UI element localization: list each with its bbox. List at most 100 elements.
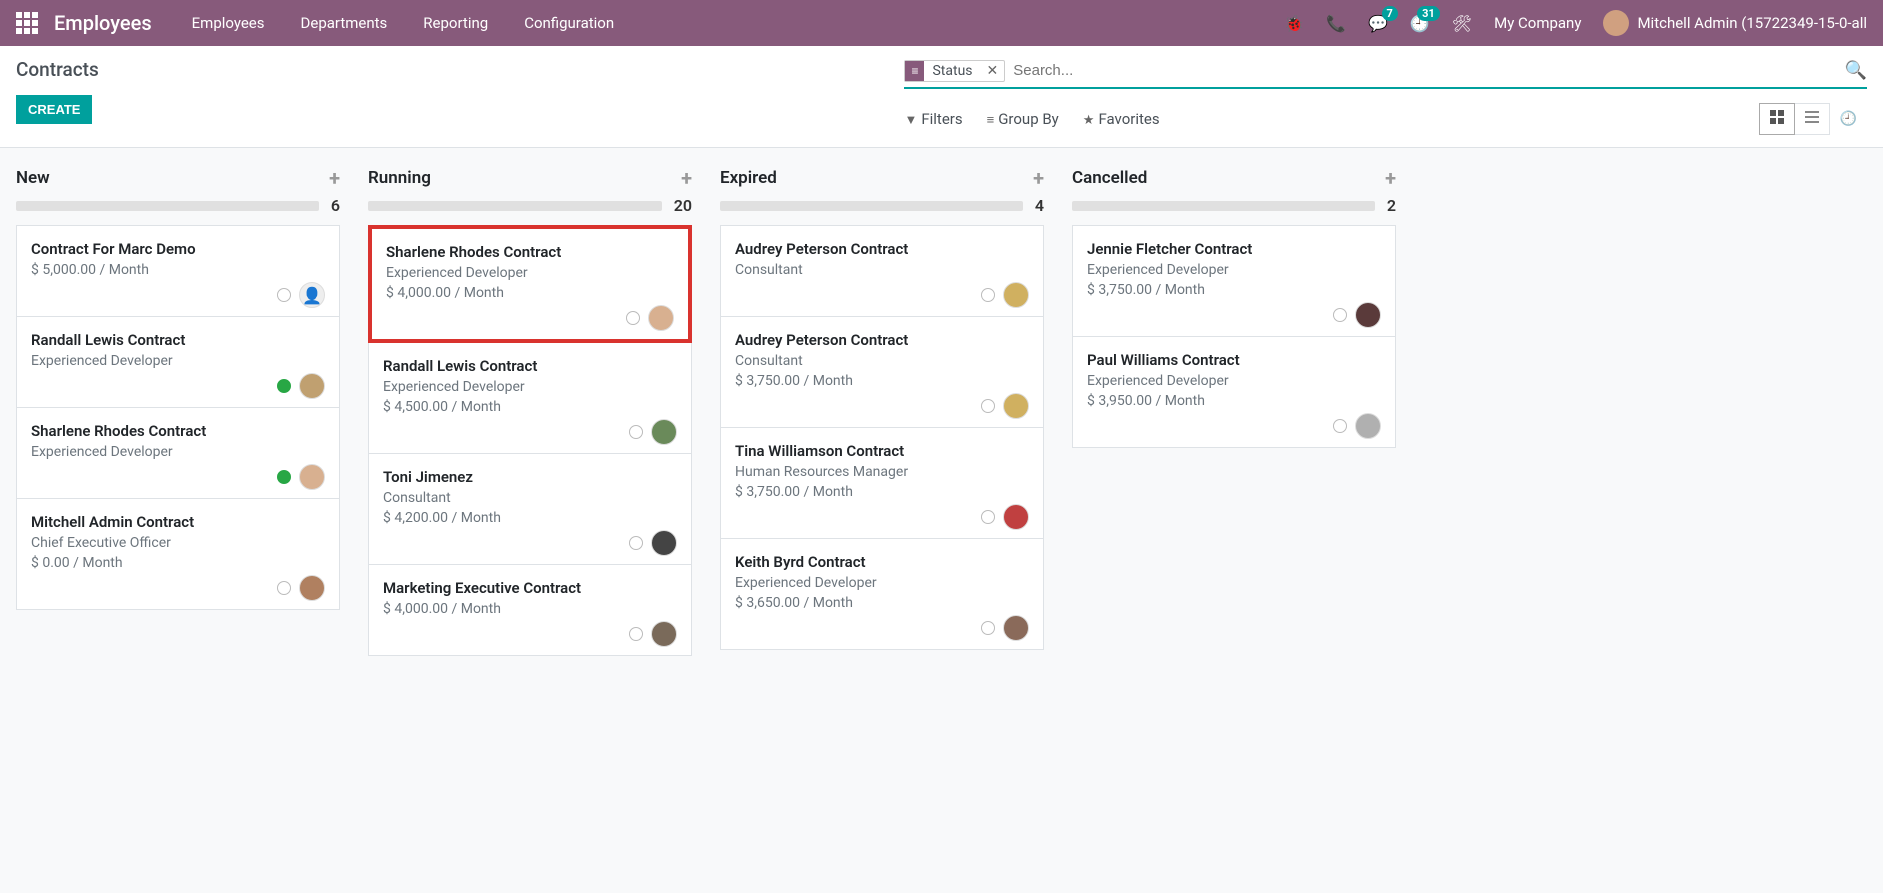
kanban-card[interactable]: Contract For Marc Demo$ 5,000.00 / Month… <box>16 225 340 317</box>
company-selector[interactable]: My Company <box>1494 14 1581 32</box>
list-view-button[interactable] <box>1795 103 1830 135</box>
kanban-card[interactable]: Marketing Executive Contract$ 4,000.00 /… <box>368 564 692 656</box>
card-wage: $ 4,000.00 / Month <box>383 601 677 617</box>
kanban-card[interactable]: Audrey Peterson ContractConsultant <box>720 225 1044 317</box>
kanban-view-button[interactable] <box>1759 103 1795 135</box>
chat-icon[interactable]: 💬7 <box>1368 14 1388 33</box>
control-right: ≡ Status ✕ 🔍 ▼ Filters ≡Group By ★Favorit… <box>904 58 1867 147</box>
status-dot-icon[interactable] <box>277 581 291 595</box>
column-summary: 6 <box>8 196 348 225</box>
column-title: Running <box>368 168 681 188</box>
app-title[interactable]: Employees <box>54 11 152 35</box>
nav-reporting[interactable]: Reporting <box>423 14 488 32</box>
card-footer <box>31 464 325 490</box>
kanban-card[interactable]: Tina Williamson ContractHuman Resources … <box>720 427 1044 539</box>
activity-icon[interactable]: 🕘31 <box>1410 14 1430 33</box>
status-dot-icon[interactable] <box>981 399 995 413</box>
nav-employees[interactable]: Employees <box>192 14 265 32</box>
top-nav: Employees Employees Departments Reportin… <box>0 0 1883 46</box>
status-dot-icon[interactable] <box>629 425 643 439</box>
card-role: Experienced Developer <box>31 444 325 460</box>
column-progressbar[interactable] <box>1072 201 1375 211</box>
kanban-card[interactable]: Keith Byrd ContractExperienced Developer… <box>720 538 1044 650</box>
view-switcher: 🕘 <box>1759 103 1867 135</box>
list-icon: ≡ <box>987 113 995 128</box>
card-wage: $ 3,950.00 / Month <box>1087 393 1381 409</box>
search-bar[interactable]: ≡ Status ✕ 🔍 <box>904 58 1867 89</box>
filters-label: Filters <box>921 110 962 128</box>
nav-menu: Employees Departments Reporting Configur… <box>192 14 614 32</box>
avatar-icon <box>1355 302 1381 328</box>
status-dot-icon[interactable] <box>1333 419 1347 433</box>
filters-dropdown[interactable]: ▼ Filters <box>904 110 962 128</box>
column-header[interactable]: Running + <box>360 160 700 196</box>
kanban-card[interactable]: Jennie Fletcher ContractExperienced Deve… <box>1072 225 1396 337</box>
card-wage: $ 3,750.00 / Month <box>735 373 1029 389</box>
column-header[interactable]: New + <box>8 160 348 196</box>
nav-departments[interactable]: Departments <box>301 14 388 32</box>
search-icon[interactable]: 🔍 <box>1845 60 1867 81</box>
column-header[interactable]: Expired + <box>712 160 1052 196</box>
card-role: Human Resources Manager <box>735 464 1029 480</box>
status-dot-icon[interactable] <box>626 311 640 325</box>
column-add-icon[interactable]: + <box>1385 166 1396 190</box>
kanban-card[interactable]: Randall Lewis ContractExperienced Develo… <box>368 342 692 454</box>
column-header[interactable]: Cancelled + <box>1064 160 1404 196</box>
breadcrumb-title[interactable]: Contracts <box>16 58 904 81</box>
facet-remove-icon[interactable]: ✕ <box>981 63 1005 79</box>
kanban-column: Cancelled + 2 Jennie Fletcher ContractEx… <box>1064 160 1404 447</box>
card-title: Keith Byrd Contract <box>735 553 1029 571</box>
column-progressbar[interactable] <box>720 201 1023 211</box>
column-add-icon[interactable]: + <box>1033 166 1044 190</box>
phone-icon[interactable]: 📞 <box>1326 14 1346 33</box>
status-dot-icon[interactable] <box>277 379 291 393</box>
column-add-icon[interactable]: + <box>329 166 340 190</box>
card-footer <box>383 530 677 556</box>
nav-configuration[interactable]: Configuration <box>524 14 614 32</box>
avatar-icon <box>1003 282 1029 308</box>
card-title: Sharlene Rhodes Contract <box>386 243 674 261</box>
funnel-icon: ▼ <box>904 113 917 128</box>
card-footer <box>735 393 1029 419</box>
favorites-dropdown[interactable]: ★Favorites <box>1083 110 1160 128</box>
groupby-dropdown[interactable]: ≡Group By <box>987 110 1059 128</box>
status-dot-icon[interactable] <box>629 627 643 641</box>
card-title: Toni Jimenez <box>383 468 677 486</box>
create-button[interactable]: CREATE <box>16 95 92 124</box>
kanban-card[interactable]: Audrey Peterson ContractConsultant$ 3,75… <box>720 316 1044 428</box>
bug-icon[interactable]: 🐞 <box>1284 14 1304 33</box>
kanban-card[interactable]: Mitchell Admin ContractChief Executive O… <box>16 498 340 610</box>
kanban-card[interactable]: Randall Lewis ContractExperienced Develo… <box>16 316 340 408</box>
status-dot-icon[interactable] <box>277 288 291 302</box>
status-dot-icon[interactable] <box>277 470 291 484</box>
status-dot-icon[interactable] <box>1333 308 1347 322</box>
user-menu[interactable]: Mitchell Admin (15722349-15-0-all <box>1603 10 1867 36</box>
kanban-card[interactable]: Sharlene Rhodes ContractExperienced Deve… <box>368 225 692 343</box>
card-wage: $ 4,000.00 / Month <box>386 285 674 301</box>
card-footer <box>31 575 325 601</box>
tools-icon[interactable]: 🛠 <box>1452 14 1472 33</box>
kanban-card[interactable]: Toni JimenezConsultant$ 4,200.00 / Month <box>368 453 692 565</box>
status-dot-icon[interactable] <box>981 288 995 302</box>
status-dot-icon[interactable] <box>981 621 995 635</box>
status-dot-icon[interactable] <box>981 510 995 524</box>
column-count: 6 <box>331 196 340 215</box>
avatar-icon <box>651 621 677 647</box>
card-title: Jennie Fletcher Contract <box>1087 240 1381 258</box>
user-name: Mitchell Admin (15722349-15-0-all <box>1637 14 1867 32</box>
activity-view-button[interactable]: 🕘 <box>1830 105 1867 133</box>
status-dot-icon[interactable] <box>629 536 643 550</box>
card-title: Contract For Marc Demo <box>31 240 325 258</box>
apps-icon[interactable] <box>16 12 38 34</box>
kanban-card[interactable]: Paul Williams ContractExperienced Develo… <box>1072 336 1396 448</box>
card-title: Mitchell Admin Contract <box>31 513 325 531</box>
card-footer <box>1087 302 1381 328</box>
column-progressbar[interactable] <box>16 201 319 211</box>
kanban-card[interactable]: Sharlene Rhodes ContractExperienced Deve… <box>16 407 340 499</box>
star-icon: ★ <box>1083 113 1095 128</box>
card-title: Audrey Peterson Contract <box>735 331 1029 349</box>
search-input[interactable] <box>1013 58 1844 83</box>
column-progressbar[interactable] <box>368 201 662 211</box>
column-add-icon[interactable]: + <box>681 166 692 190</box>
card-wage: $ 0.00 / Month <box>31 555 325 571</box>
